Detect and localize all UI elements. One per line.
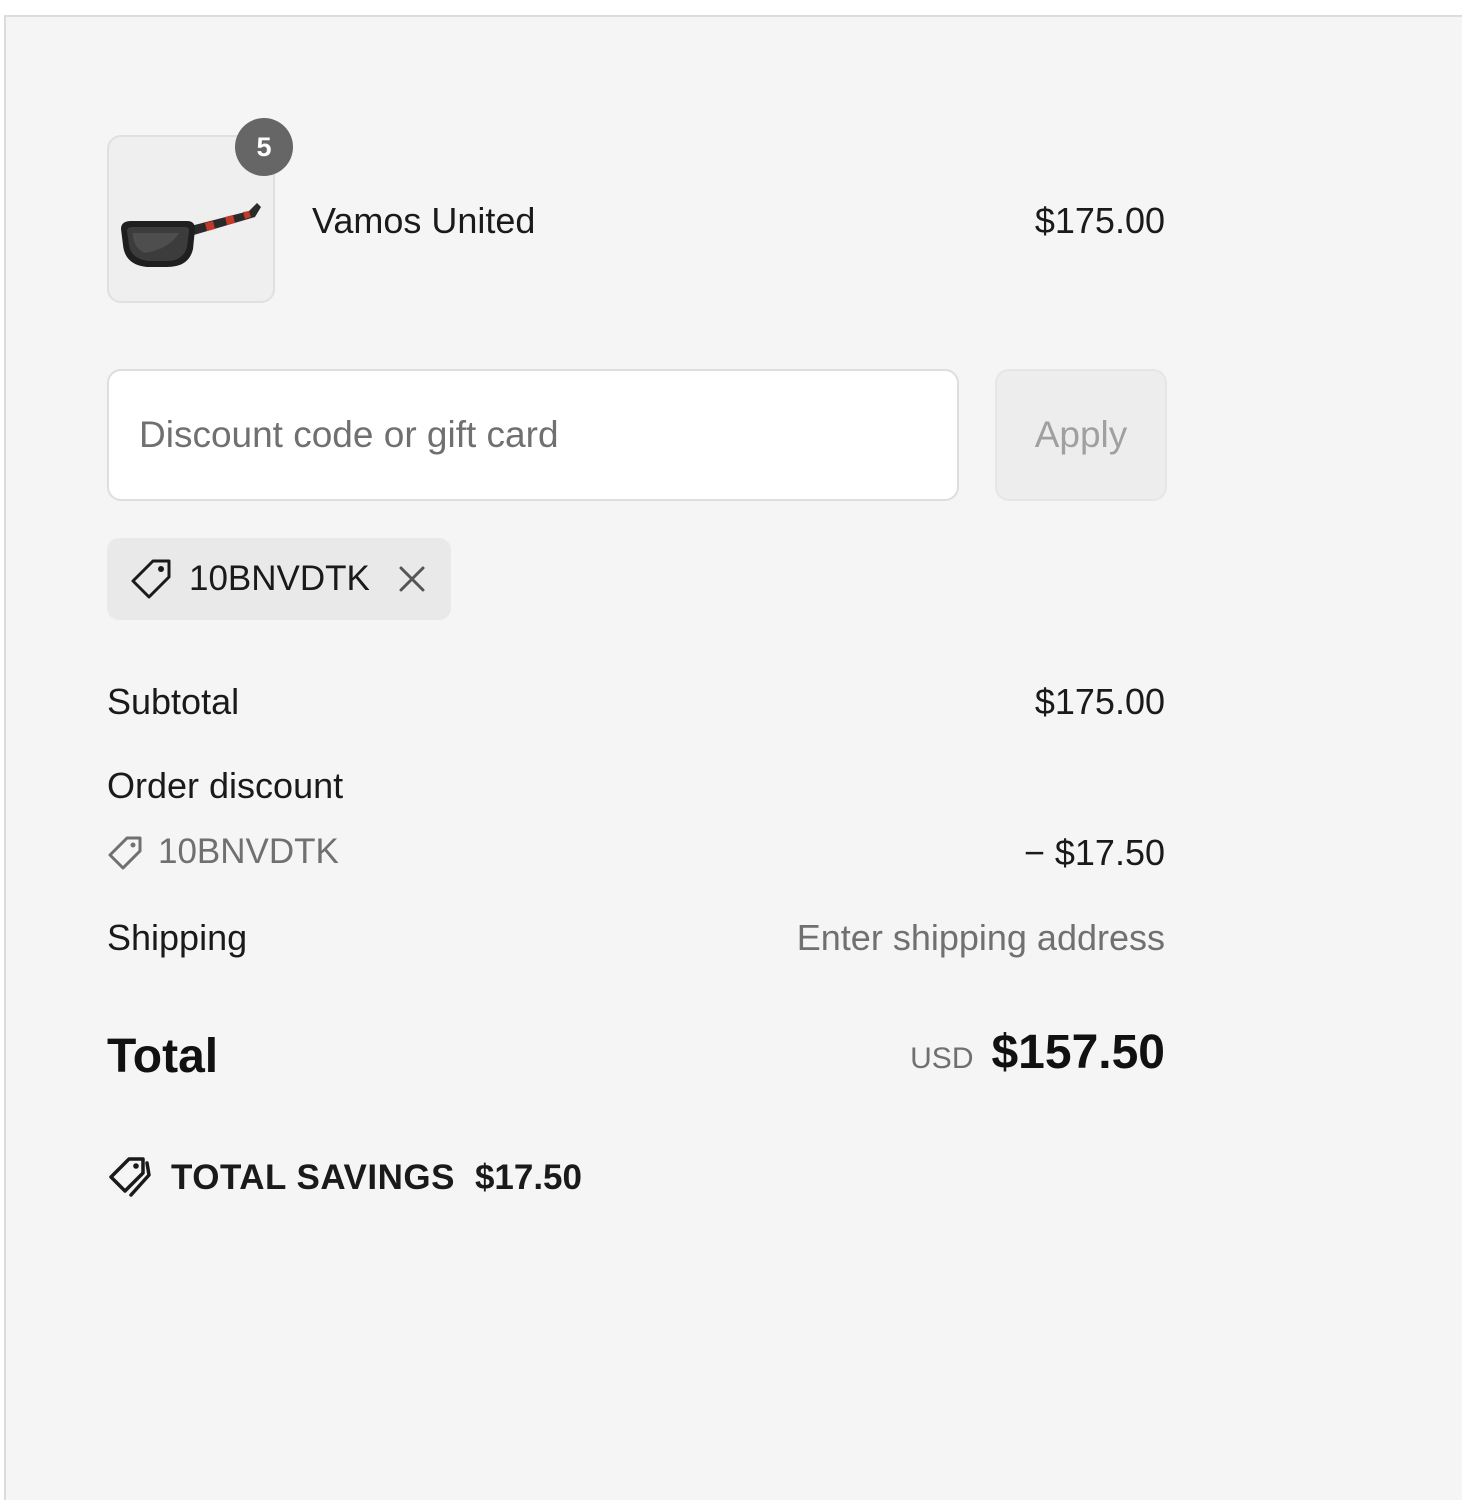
total-savings-label: TOTAL SAVINGS [171, 1158, 455, 1197]
currency-code: USD [910, 1042, 974, 1075]
total-amount: $157.50 [991, 1026, 1165, 1079]
product-price: $175.00 [1034, 200, 1165, 241]
shipping-value: Enter shipping address [796, 917, 1165, 958]
discount-tag-icon [108, 836, 142, 870]
order-discount-label: Order discount [107, 765, 344, 806]
subtotal-label: Subtotal [107, 681, 240, 722]
total-amount-group: USD $157.50 [910, 1025, 1165, 1080]
tags-icon [109, 1157, 151, 1197]
tag-icon [131, 559, 171, 599]
order-discount-value: − $17.50 [1023, 832, 1165, 873]
total-savings: TOTAL SAVINGS $17.50 [107, 1155, 582, 1201]
remove-discount-button[interactable] [392, 559, 432, 599]
apply-button[interactable]: Apply [995, 369, 1167, 501]
total-savings-amount: $17.50 [474, 1158, 582, 1197]
total-label: Total [107, 1030, 219, 1083]
discount-code-input[interactable] [107, 369, 959, 501]
applied-discount-code: 10BNVDTK [189, 559, 370, 598]
product-name: Vamos United [312, 200, 536, 241]
shipping-label: Shipping [107, 917, 248, 958]
order-discount-code: 10BNVDTK [158, 832, 339, 871]
close-icon [399, 566, 425, 592]
applied-discount-chip: 10BNVDTK [107, 538, 451, 620]
quantity-badge: 5 [235, 118, 293, 176]
order-summary-panel: 5 Vamos United $175.00 Apply 10BNVDTK Su… [4, 15, 1462, 1500]
subtotal-value: $175.00 [1034, 681, 1165, 722]
